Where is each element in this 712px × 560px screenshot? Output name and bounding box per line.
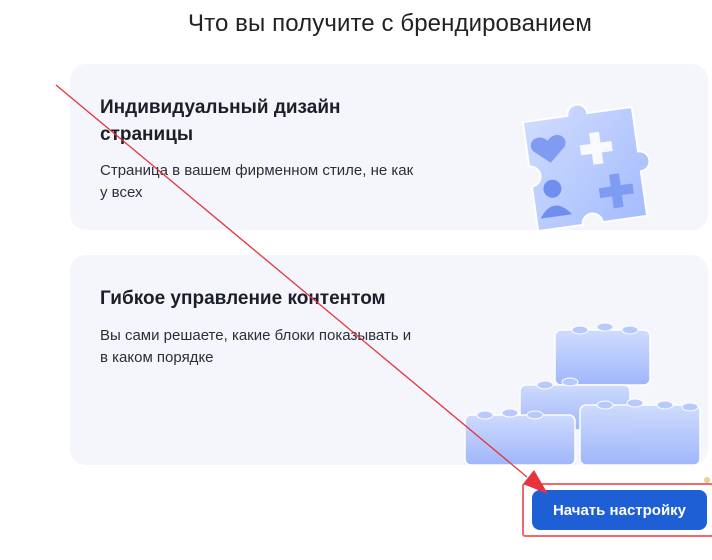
puzzle-icon xyxy=(521,103,651,230)
status-dot xyxy=(704,477,710,483)
feature-description: Страница в вашем фирменном стиле, не как… xyxy=(100,162,414,201)
feature-card-design: Индивидуальный дизайн страницы Страница … xyxy=(70,64,708,230)
feature-title: Гибкое управление контентом xyxy=(100,288,386,309)
feature-card-content: Гибкое управление контентом Вы сами реша… xyxy=(70,255,708,465)
feature-title: Индивидуальный дизайн страницы xyxy=(100,97,341,145)
feature-description: Вы сами решаете, какие блоки показывать … xyxy=(100,327,412,366)
start-setup-button[interactable]: Начать настройку xyxy=(532,490,707,530)
page-title: Что вы получите с брендированием xyxy=(188,10,592,37)
blocks-icon xyxy=(464,322,701,465)
